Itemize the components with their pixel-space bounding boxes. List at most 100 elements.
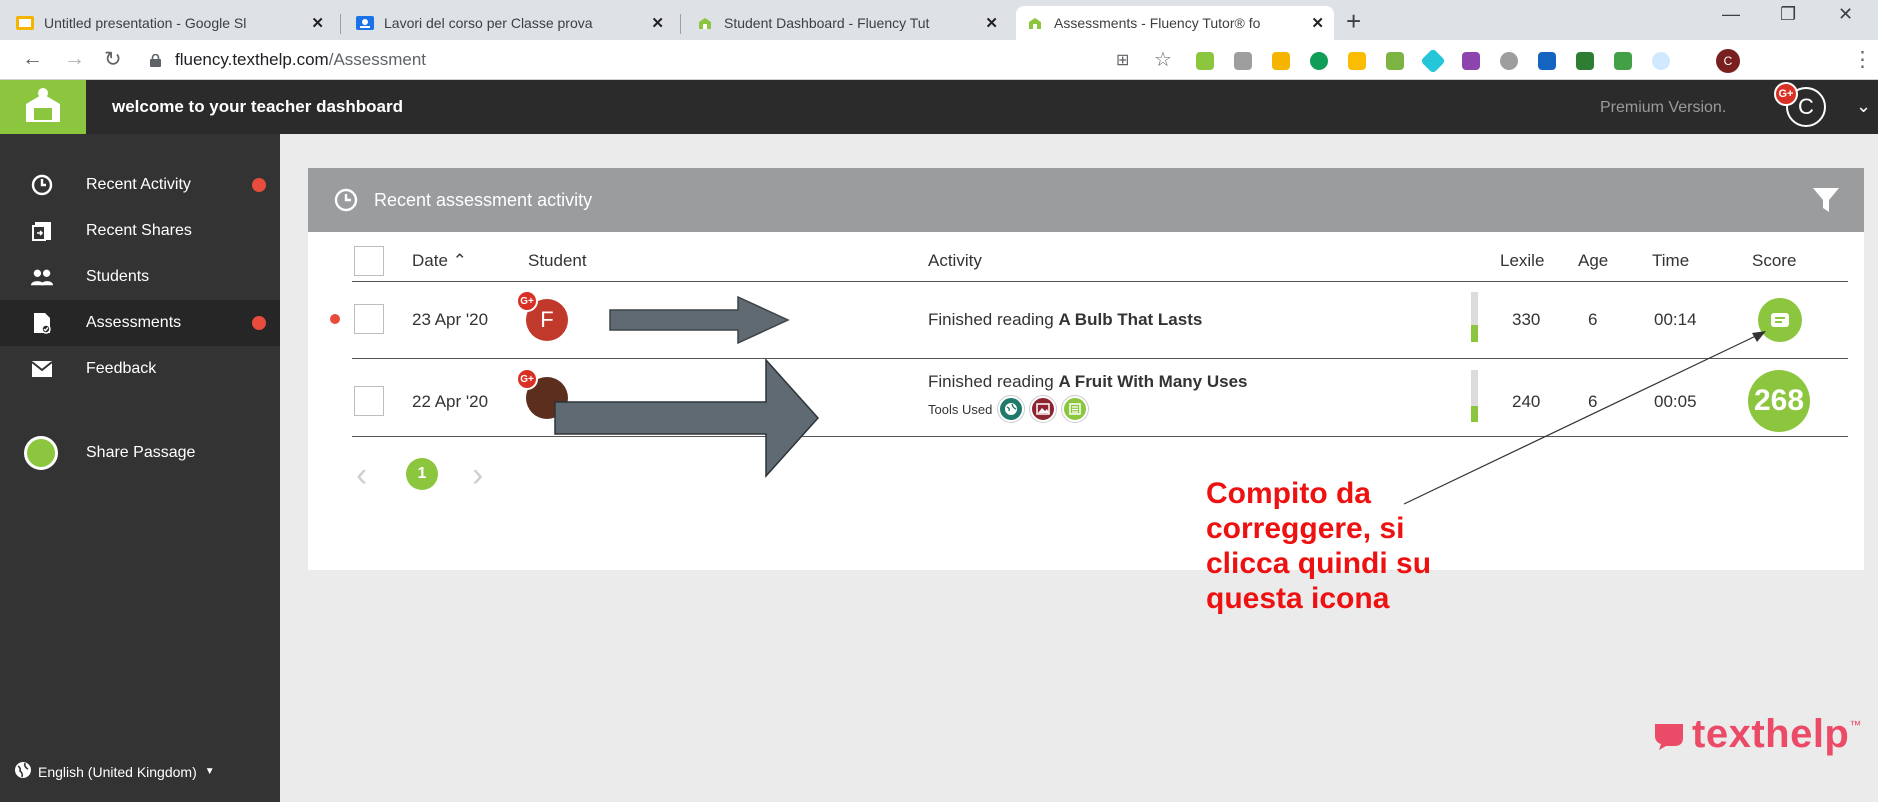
column-time-header: Time (1652, 251, 1690, 270)
annotation-text: Compito da correggere, si clicca quindi … (1206, 476, 1506, 616)
activity-prefix: Finished reading (928, 310, 1054, 329)
reload-icon[interactable]: ↻ (104, 47, 122, 72)
prev-page-icon[interactable]: ‹ (356, 456, 367, 495)
sidebar-item-label: Recent Shares (86, 222, 192, 239)
classroom-icon (356, 16, 374, 30)
url-path: /Assessment (328, 50, 427, 69)
column-lexile-header: Lexile (1500, 251, 1545, 270)
fluency-logo-icon (26, 88, 60, 122)
close-tab-icon[interactable]: ✕ (1311, 14, 1324, 32)
classroom-extension-icon[interactable] (1576, 52, 1594, 70)
google-plus-badge: G+ (516, 368, 538, 390)
circle-extension-icon[interactable] (1652, 52, 1670, 70)
row-date: 22 Apr '20 (412, 392, 489, 411)
url-field[interactable]: fluency.texthelp.com/Assessment (150, 47, 426, 73)
grey-extension-icon[interactable] (1500, 52, 1518, 70)
sidebar-item-label: Recent Activity (86, 176, 191, 193)
picture-icon[interactable] (1030, 396, 1057, 422)
row-divider (352, 436, 1848, 437)
back-icon[interactable]: ← (22, 47, 43, 71)
fluency-extension-icon[interactable] (1196, 52, 1214, 70)
apps-extension-icon[interactable] (1234, 52, 1252, 70)
browser-tab-classroom[interactable]: Lavori del corso per Classe prova ✕ (346, 6, 674, 40)
panel-title: Recent assessment activity (374, 190, 593, 210)
translate-icon[interactable]: ⊞ (1116, 50, 1129, 70)
column-age-header: Age (1578, 251, 1609, 270)
tools-used-label: Tools Used (928, 401, 993, 417)
maximize-icon[interactable]: ❐ (1780, 4, 1796, 25)
sidebar: Recent Activity Recent Shares Students A… (0, 134, 280, 802)
row-age: 6 (1588, 310, 1598, 329)
mail-icon (30, 357, 54, 381)
meet-extension-icon[interactable] (1310, 52, 1328, 70)
close-tab-icon[interactable]: ✕ (985, 14, 998, 32)
level-bar-fill (1471, 406, 1478, 422)
activity-prefix: Finished reading (928, 372, 1054, 391)
annotation-line: clicca quindi su (1206, 547, 1432, 580)
chevron-down-icon[interactable]: ⌄ (1856, 96, 1871, 117)
page-number-button[interactable]: 1 (406, 458, 438, 490)
texthelp-brand-name: texthelp (1692, 712, 1850, 756)
read-write-extension-icon[interactable] (1386, 52, 1404, 70)
trademark-symbol: ™ (1849, 718, 1862, 732)
row-activity[interactable]: Finished reading A Bulb That Lasts (928, 310, 1202, 330)
filter-icon[interactable] (1812, 186, 1840, 214)
column-date-label: Date (412, 251, 448, 270)
comment-icon (1771, 313, 1789, 327)
score-badge[interactable]: 268 (1748, 370, 1810, 432)
share-passage-button[interactable]: Share Passage (0, 430, 280, 476)
dictionary-icon[interactable] (998, 396, 1025, 422)
notes-icon[interactable] (1062, 396, 1089, 422)
app-header: welcome to your teacher dashboard Premiu… (0, 80, 1878, 134)
browser-tab-student-dashboard[interactable]: Student Dashboard - Fluency Tut ✕ (686, 6, 1008, 40)
sidebar-item-recent-shares[interactable]: Recent Shares (0, 208, 280, 254)
fluency-tutor-logo[interactable] (0, 80, 86, 134)
browser-tab-label: Assessments - Fluency Tutor® fo (1054, 15, 1261, 31)
row-activity[interactable]: Finished reading A Fruit With Many Uses (928, 372, 1248, 392)
fluency-icon (699, 18, 711, 29)
slides-extension-icon[interactable] (1272, 52, 1290, 70)
share-passage-icon (24, 436, 58, 470)
profile-avatar[interactable]: C (1716, 49, 1740, 73)
sidebar-item-assessments[interactable]: Assessments (0, 300, 280, 346)
sidebar-item-recent-activity[interactable]: Recent Activity (0, 162, 280, 208)
select-all-checkbox[interactable] (354, 246, 384, 276)
alert-dot (252, 316, 266, 330)
browser-address-bar: ← → ↻ fluency.texthelp.com/Assessment ⊞ … (0, 40, 1878, 80)
sidebar-item-students[interactable]: Students (0, 254, 280, 300)
column-activity-header: Activity (928, 251, 982, 270)
close-tab-icon[interactable]: ✕ (651, 14, 664, 32)
panel-header: Recent assessment activity (308, 168, 1864, 232)
share-icon (30, 219, 54, 243)
row-age: 6 (1588, 392, 1598, 411)
row-checkbox[interactable] (354, 386, 384, 416)
puzzle-extension-icon[interactable] (1348, 52, 1366, 70)
row-divider (352, 358, 1848, 359)
browser-tab-label: Lavori del corso per Classe prova (384, 15, 593, 31)
diamond-extension-icon[interactable] (1420, 48, 1446, 74)
premium-version-label: Premium Version. (1600, 99, 1727, 116)
new-tab-button[interactable]: + (1346, 6, 1361, 37)
purple-extension-icon[interactable] (1462, 52, 1480, 70)
browser-tab-assessments[interactable]: Assessments - Fluency Tutor® fo ✕ (1016, 6, 1334, 40)
close-tab-icon[interactable]: ✕ (311, 14, 324, 32)
google-plus-badge: G+ (1774, 82, 1798, 106)
bookmark-star-icon[interactable]: ☆ (1154, 47, 1172, 72)
browser-menu-icon[interactable]: ⋮ (1852, 47, 1873, 72)
row-checkbox[interactable] (354, 304, 384, 334)
d-extension-icon[interactable] (1538, 52, 1556, 70)
browser-tab-slides[interactable]: Untitled presentation - Google Sl ✕ (6, 6, 334, 40)
green-extension-icon[interactable] (1614, 52, 1632, 70)
slides-icon (16, 16, 34, 30)
next-page-icon[interactable]: › (472, 456, 483, 495)
annotation-line: correggere, si (1206, 512, 1405, 545)
lock-icon (150, 53, 161, 67)
language-label: English (United Kingdom) (38, 763, 197, 780)
minimize-icon[interactable]: — (1722, 4, 1740, 25)
forward-icon[interactable]: → (64, 47, 85, 71)
language-selector[interactable]: English (United Kingdom) ▼ (14, 761, 215, 782)
correct-assessment-button[interactable] (1758, 298, 1802, 342)
column-date-header[interactable]: Date ⌃ (412, 251, 467, 271)
close-window-icon[interactable]: ✕ (1838, 4, 1853, 25)
sidebar-item-feedback[interactable]: Feedback (0, 346, 280, 392)
